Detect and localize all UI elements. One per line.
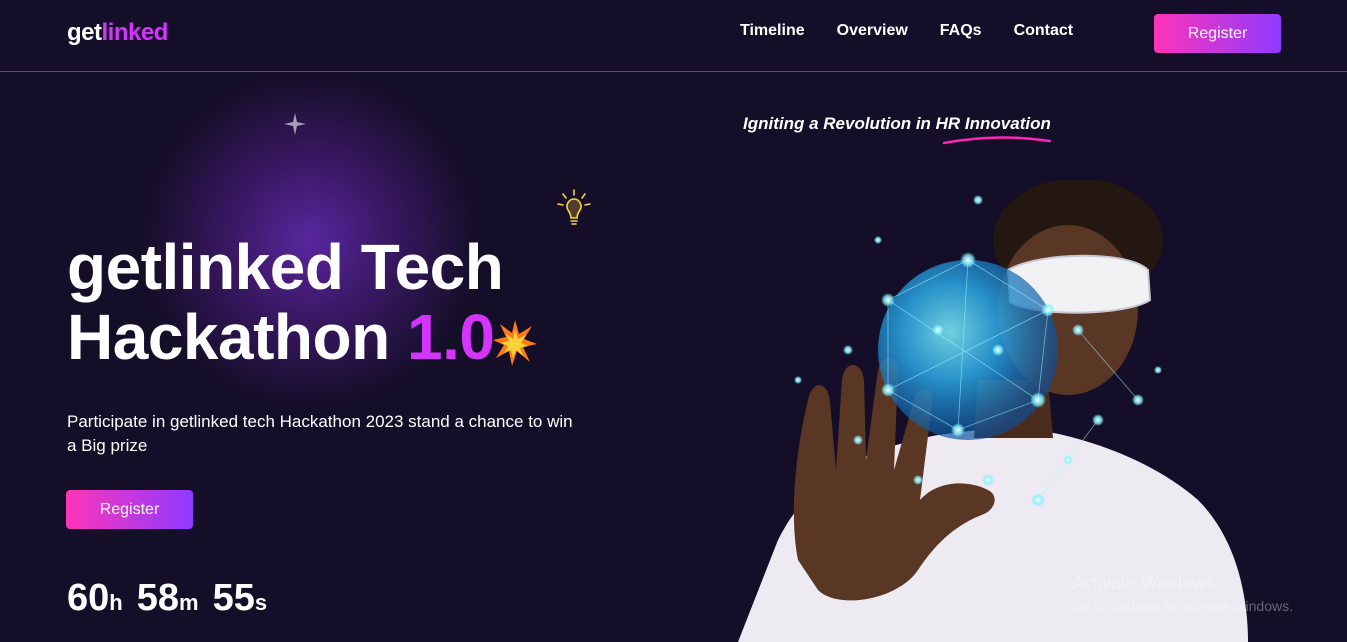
header-register-button[interactable]: Register <box>1154 14 1281 53</box>
logo-prefix: get <box>67 19 102 46</box>
hero-register-button[interactable]: Register <box>66 490 193 529</box>
nav-contact[interactable]: Contact <box>1014 22 1074 40</box>
hero-title-line2: Hackathon 1.0 <box>67 302 503 372</box>
countdown-timer: 60h 58m 55s <box>67 577 281 620</box>
hero-title-word: Hackathon <box>67 301 390 373</box>
watermark-title: Activate Windows <box>1072 573 1215 593</box>
watermark-subtitle: Go to Settings to activate Windows. <box>1072 598 1293 614</box>
nav-timeline[interactable]: Timeline <box>740 22 805 40</box>
hero-title-version: 1.0 <box>406 301 495 373</box>
hero-title-line1: getlinked Tech <box>67 231 504 303</box>
hero-title: getlinked Tech Hackathon 1.0 <box>67 231 504 372</box>
countdown-hours-unit: h <box>109 590 123 615</box>
explosion-icon <box>493 320 537 366</box>
countdown-hours: 60 <box>67 577 110 619</box>
hero-tagline: Igniting a Revolution in HR Innovation <box>743 114 1051 133</box>
nav-faqs[interactable]: FAQs <box>940 22 982 40</box>
logo[interactable]: getlinked <box>67 19 168 47</box>
logo-accent: linked <box>101 19 169 46</box>
main-nav: Timeline Overview FAQs Contact <box>740 22 1073 40</box>
site-header: getlinked Timeline Overview FAQs Contact… <box>0 0 1347 72</box>
windows-activation-watermark: Activate Windows Go to Settings to activ… <box>1072 573 1293 614</box>
tagline-underline <box>942 136 1052 145</box>
countdown-seconds-unit: s <box>254 590 268 615</box>
sparkle-icon <box>284 113 306 135</box>
countdown-seconds: 55 <box>212 577 255 619</box>
countdown-minutes: 58 <box>136 577 180 619</box>
countdown-minutes-unit: m <box>179 590 199 615</box>
hero-description: Participate in getlinked tech Hackathon … <box>67 412 573 455</box>
lightbulb-icon <box>557 189 591 225</box>
nav-overview[interactable]: Overview <box>837 22 908 40</box>
